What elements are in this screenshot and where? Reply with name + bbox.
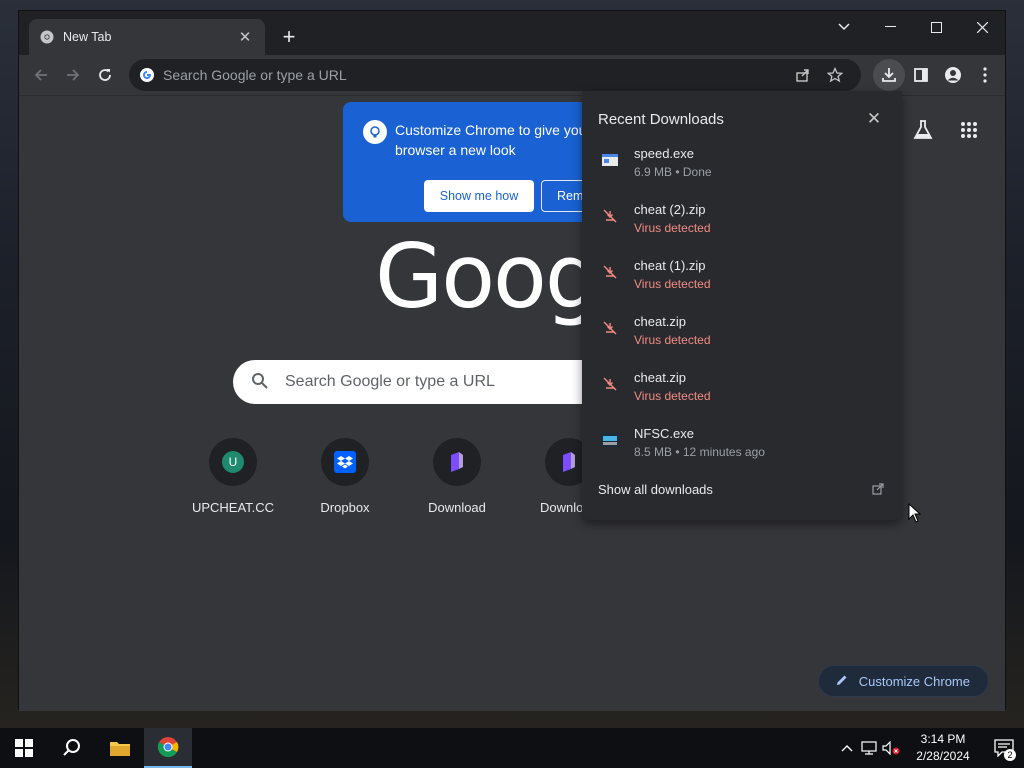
taskbar: 3:14 PM 2/28/2024 2 [0,728,1024,768]
customize-chrome-label: Customize Chrome [858,673,970,689]
taskbar-search-icon[interactable] [48,728,96,768]
download-status: 6.9 MB • Done [634,165,712,179]
close-window-icon[interactable] [959,11,1005,43]
side-panel-icon[interactable] [905,59,937,91]
promo-text: Customize Chrome to give your browser a … [395,122,592,158]
downloads-list: speed.exe 6.9 MB • Done cheat (2).zip Vi… [582,145,902,481]
blocked-download-icon [600,263,620,281]
clock-date: 2/28/2024 [916,749,970,763]
dropbox-icon [321,438,369,486]
mouse-cursor-icon [908,502,922,523]
download-name: cheat (2).zip [634,202,706,217]
ntp-search-placeholder: Search Google or type a URL [285,373,495,390]
tab-strip: New Tab ✕ + [19,11,1005,55]
bookmark-star-icon[interactable] [819,61,851,89]
start-windows-icon[interactable] [0,728,48,768]
download-item[interactable]: cheat.zip Virus detected [582,313,902,369]
shortcut-label: Dropbox [320,500,370,515]
exe-file-icon [600,151,620,169]
download-status: Virus detected [634,389,711,403]
close-tab-icon[interactable]: ✕ [235,27,255,47]
toolbar: Search Google or type a URL [19,55,1005,95]
show-me-how-button[interactable]: Show me how [424,180,534,212]
new-tab-button[interactable]: + [277,25,301,49]
minimize-icon[interactable] [867,11,913,43]
download-status: 8.5 MB • 12 minutes ago [634,445,765,459]
tab-search-icon[interactable] [821,11,867,43]
download-name: cheat.zip [634,370,687,385]
download-item[interactable]: NFSC.exe 8.5 MB • 12 minutes ago [582,425,902,481]
shortcut-download-1[interactable]: Download [401,438,513,515]
customize-promo: Customize Chrome to give your browser a … [343,102,603,222]
nfs-app-icon [600,431,620,449]
u-letter-icon: U [209,438,257,486]
download-item[interactable]: cheat (2).zip Virus detected [582,201,902,257]
volume-muted-icon[interactable] [880,728,902,768]
chrome-taskbar-icon[interactable] [144,728,192,768]
search-icon [251,372,271,392]
shortcut-dropbox[interactable]: Dropbox [289,438,401,515]
profile-icon[interactable] [937,59,969,91]
show-all-downloads-row[interactable]: Show all downloads [598,481,886,497]
reload-icon[interactable] [89,59,121,91]
window-controls [821,11,1005,43]
blocked-download-icon [600,375,620,393]
chrome-icon [39,29,55,45]
labs-flask-icon[interactable] [909,116,937,144]
close-icon[interactable]: ✕ [864,109,884,129]
shortcut-upcheat[interactable]: U UPCHEAT.CC [177,438,289,515]
network-icon[interactable] [858,728,880,768]
ntp-search-box[interactable]: Search Google or type a URL [233,360,593,404]
maximize-icon[interactable] [913,11,959,43]
chrome-window: New Tab ✕ + Search Google or type a URL … [18,10,1006,711]
omnibox-placeholder: Search Google or type a URL [163,67,347,83]
shortcut-label: Download [428,500,486,515]
download-status: Virus detected [634,333,711,347]
forward-icon[interactable] [57,59,89,91]
purple-app-icon [545,438,583,486]
back-icon[interactable] [25,59,57,91]
omnibox[interactable]: Search Google or type a URL [129,59,861,91]
download-name: NFSC.exe [634,426,694,441]
clock[interactable]: 3:14 PM 2/28/2024 [902,731,984,765]
shortcut-label: Download [540,500,583,515]
lightbulb-icon [363,120,387,144]
download-item[interactable]: cheat (1).zip Virus detected [582,257,902,313]
pencil-icon [835,673,849,690]
apps-grid-icon[interactable] [955,116,983,144]
open-external-icon [870,481,886,497]
clock-time: 3:14 PM [920,732,966,746]
tab-title: New Tab [63,30,112,44]
download-name: cheat (1).zip [634,258,706,273]
shortcut-download-2[interactable]: Download [513,438,583,515]
download-name: speed.exe [634,146,694,161]
chevron-up-icon[interactable] [836,728,858,768]
notifications-icon[interactable]: 2 [984,728,1024,768]
toolbar-right-group [873,59,1001,91]
google-g-icon [139,67,155,83]
tab-new-tab[interactable]: New Tab ✕ [29,19,265,55]
show-all-downloads-link[interactable]: Show all downloads [598,482,713,497]
download-status: Virus detected [634,277,711,291]
download-item[interactable]: cheat.zip Virus detected [582,369,902,425]
downloads-title: Recent Downloads [598,111,724,128]
download-status: Virus detected [634,221,711,235]
customize-chrome-button[interactable]: Customize Chrome [817,665,989,697]
ntp-top-right [909,116,983,144]
blocked-download-icon [600,207,620,225]
system-tray: 3:14 PM 2/28/2024 2 [836,728,1024,768]
notification-count: 2 [1004,749,1016,761]
google-logo: Google [375,225,581,328]
download-name: cheat.zip [634,314,687,329]
share-icon[interactable] [787,61,819,89]
menu-kebab-icon[interactable] [969,59,1001,91]
blocked-download-icon [600,319,620,337]
purple-app-icon [433,438,481,486]
shortcut-badge: U [222,451,244,473]
file-explorer-icon[interactable] [96,728,144,768]
shortcut-label: UPCHEAT.CC [191,500,275,515]
downloads-bubble: Recent Downloads ✕ speed.exe 6.9 MB • Do… [582,91,902,520]
download-item[interactable]: speed.exe 6.9 MB • Done [582,145,902,201]
downloads-icon[interactable] [873,59,905,91]
